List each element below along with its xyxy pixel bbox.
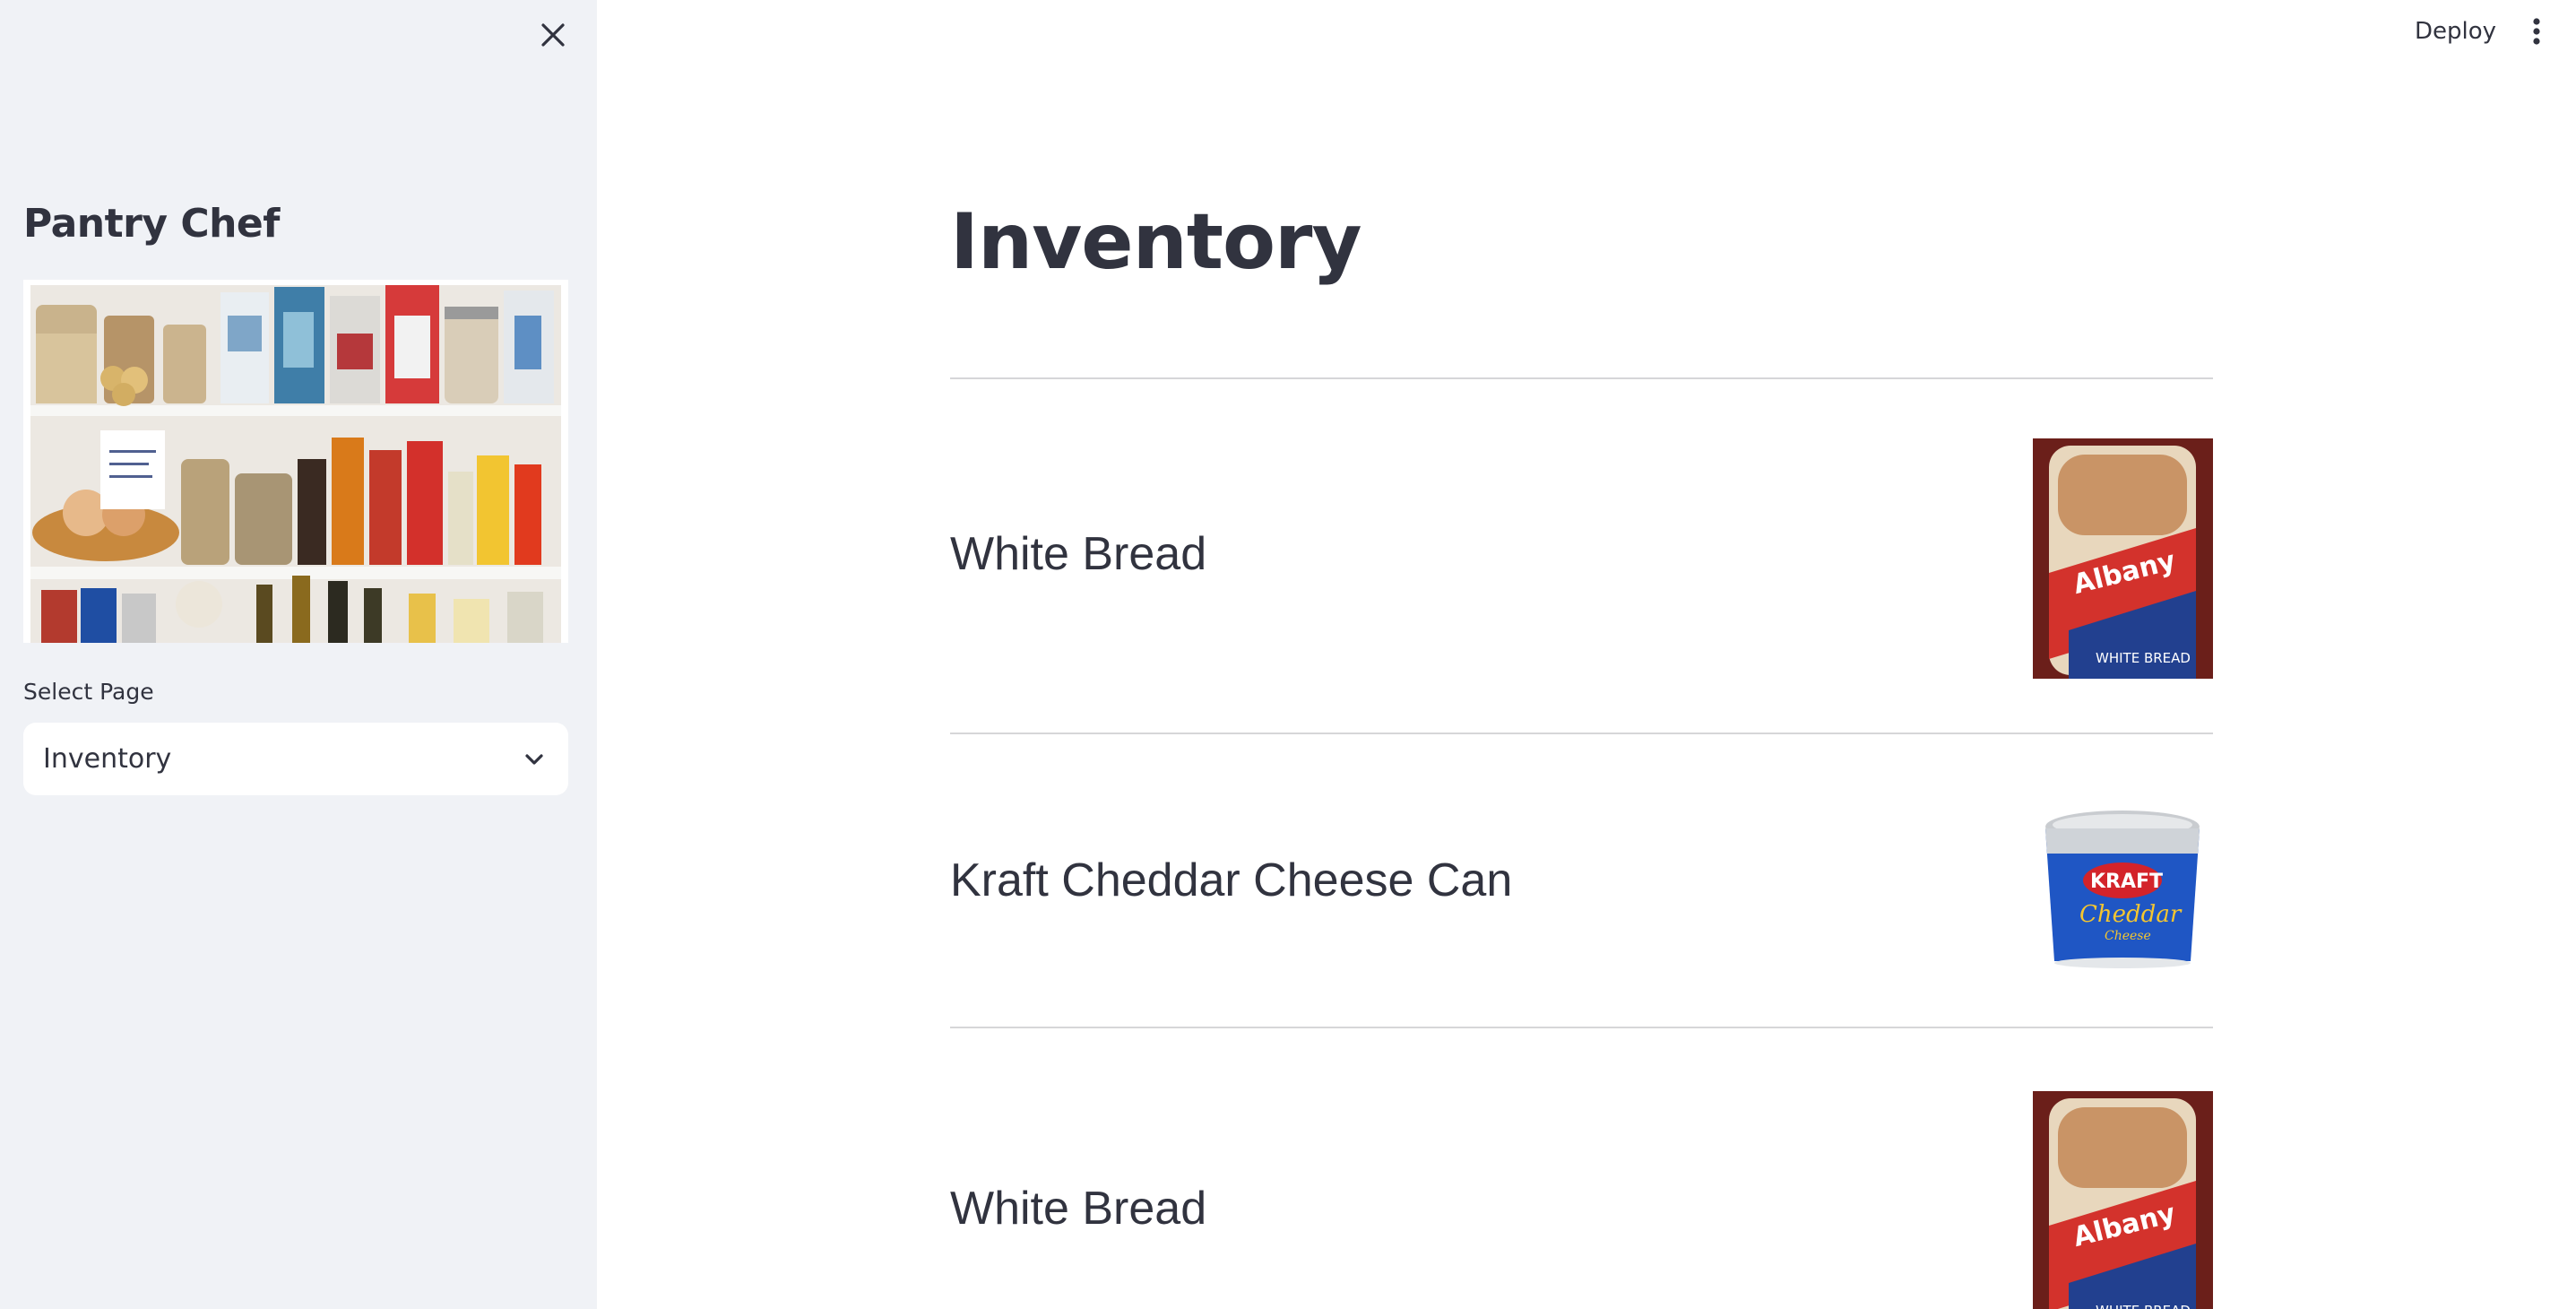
main-menu-button[interactable] xyxy=(2520,13,2553,50)
divider xyxy=(950,733,2213,734)
item-name: White Bread xyxy=(950,1183,1207,1235)
close-icon xyxy=(541,23,565,47)
select-page-dropdown[interactable]: Inventory xyxy=(23,723,568,795)
pantry-image xyxy=(23,280,568,643)
more-vertical-icon xyxy=(2533,18,2540,45)
divider xyxy=(950,1027,2213,1028)
sidebar-title: Pantry Chef xyxy=(23,201,280,247)
svg-text:WHITE BREAD: WHITE BREAD xyxy=(2096,1303,2191,1309)
select-page-value: Inventory xyxy=(43,743,172,775)
svg-text:Cheddar: Cheddar xyxy=(2079,901,2183,928)
white-bread-image: Albany WHITE BREAD xyxy=(2033,438,2213,679)
deploy-button[interactable]: Deploy xyxy=(2402,13,2509,50)
close-sidebar-button[interactable] xyxy=(536,18,570,52)
item-name: Kraft Cheddar Cheese Can xyxy=(950,854,1513,906)
chevron-down-icon xyxy=(520,745,549,774)
svg-text:Cheese: Cheese xyxy=(2105,929,2151,943)
svg-text:WHITE BREAD: WHITE BREAD xyxy=(2096,650,2191,666)
item-name: White Bread xyxy=(950,528,1207,580)
white-bread-image: Albany WHITE BREAD xyxy=(2033,1091,2213,1309)
page-title: Inventory xyxy=(950,197,1361,287)
divider xyxy=(950,377,2213,379)
svg-text:KRAFT: KRAFT xyxy=(2090,871,2163,893)
sidebar: Pantry Chef Select Page Inventory xyxy=(0,0,597,1309)
select-page-label: Select Page xyxy=(23,679,154,705)
kraft-cheese-can-image: KRAFT Cheddar Cheese xyxy=(2033,809,2213,970)
